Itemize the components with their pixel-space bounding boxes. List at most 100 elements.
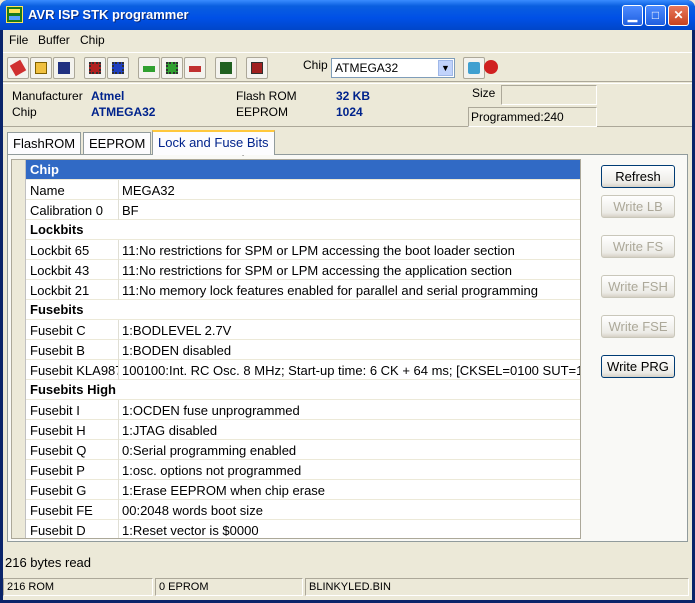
grid-value[interactable]: 00:2048 words boot size <box>122 503 263 518</box>
grid-row[interactable]: Calibration 0 BF <box>12 200 580 220</box>
grid-value[interactable]: 11:No memory lock features enabled for p… <box>122 283 538 298</box>
row-gutter <box>12 460 26 480</box>
client-area: File Buffer Chip Chip ATMEGA32 ▼ Manufac… <box>3 30 692 600</box>
lock-icon <box>251 62 263 74</box>
grid-row[interactable]: Fusebit FE 00:2048 words boot size <box>12 500 580 520</box>
eeprom-value: 1024 <box>336 105 363 119</box>
grid-value[interactable]: 11:No restrictions for SPM or LPM access… <box>122 263 512 278</box>
write-lb-button[interactable]: Write LB <box>601 195 675 218</box>
manufacturer-value: Atmel <box>91 89 125 103</box>
grid-row[interactable]: Lockbit 43 11:No restrictions for SPM or … <box>12 260 580 280</box>
row-gutter <box>12 360 26 380</box>
grid-row[interactable]: Fusebit Q 0:Serial programming enabled <box>12 440 580 460</box>
grid-row[interactable]: Lockbit 21 11:No memory lock features ena… <box>12 280 580 300</box>
grid-section-row[interactable]: Fusebits <box>12 300 580 320</box>
grid-value[interactable]: 1:BODEN disabled <box>122 343 231 358</box>
write-eeprom-button[interactable] <box>161 57 183 79</box>
write-fse-button[interactable]: Write FSE <box>601 315 675 338</box>
toolbar: Chip ATMEGA32 ▼ <box>3 52 692 82</box>
grid-row[interactable]: Name MEGA32 <box>12 180 580 200</box>
row-gutter <box>12 260 26 280</box>
read-eeprom-button[interactable] <box>138 57 160 79</box>
tab-flashrom[interactable]: FlashROM <box>7 132 82 154</box>
grid-value[interactable]: 1:JTAG disabled <box>122 423 217 438</box>
grid-row[interactable]: Fusebit C 1:BODLEVEL 2.7V <box>12 320 580 340</box>
chip-select-value: ATMEGA32 <box>335 61 399 75</box>
save-button[interactable] <box>53 57 75 79</box>
column-divider <box>118 340 119 360</box>
grid-key: Lockbit 21 <box>30 283 90 298</box>
write-prg-button[interactable]: Write PRG <box>601 355 675 378</box>
write-fs-button[interactable]: Write FS <box>601 235 675 258</box>
grid-key: Fusebit B <box>30 343 85 358</box>
chip-label: Chip <box>303 58 328 72</box>
column-divider <box>118 420 119 440</box>
grid-value[interactable]: 11:No restrictions for SPM or LPM access… <box>122 243 515 258</box>
chip-select[interactable]: ATMEGA32 ▼ <box>331 58 455 78</box>
grid-row[interactable]: Fusebit B 1:BODEN disabled <box>12 340 580 360</box>
open-button[interactable] <box>30 57 52 79</box>
column-divider <box>118 500 119 520</box>
tab-eeprom[interactable]: EEPROM <box>83 132 152 154</box>
grid-row[interactable]: Fusebit D 1:Reset vector is $0000 <box>12 520 580 538</box>
write-flash-button[interactable] <box>107 57 129 79</box>
grid-section-title: Lockbits <box>30 222 84 237</box>
verify-button[interactable] <box>184 57 206 79</box>
lock-button[interactable] <box>246 57 268 79</box>
row-gutter <box>12 440 26 460</box>
column-divider <box>118 360 119 380</box>
menu-chip[interactable]: Chip <box>80 33 105 47</box>
grid-row[interactable]: Fusebit G 1:Erase EEPROM when chip erase <box>12 480 580 500</box>
column-divider <box>118 260 119 280</box>
erase-button[interactable] <box>7 57 29 79</box>
grid-value[interactable]: 1:BODLEVEL 2.7V <box>122 323 231 338</box>
menu-file[interactable]: File <box>9 33 28 47</box>
refresh-button[interactable]: Refresh <box>601 165 675 188</box>
menu-buffer[interactable]: Buffer <box>38 33 70 47</box>
maximize-button[interactable]: □ <box>645 5 666 26</box>
grid-value[interactable]: 1:OCDEN fuse unprogrammed <box>122 403 300 418</box>
grid-value[interactable]: 1:osc. options not programmed <box>122 463 301 478</box>
title-bar[interactable]: AVR ISP STK programmer ▁ □ ✕ <box>0 0 695 30</box>
close-button[interactable]: ✕ <box>668 5 689 26</box>
grid-row[interactable]: Fusebit P 1:osc. options not programmed <box>12 460 580 480</box>
grid-value[interactable]: 1:Erase EEPROM when chip erase <box>122 483 325 498</box>
grid-row[interactable]: Lockbit 65 11:No restrictions for SPM or … <box>12 240 580 260</box>
grid-row[interactable]: Fusebit I 1:OCDEN fuse unprogrammed <box>12 400 580 420</box>
grid-section-row[interactable]: Lockbits <box>12 220 580 240</box>
tab-lock-and-fuse-bits[interactable]: Lock and Fuse Bits <box>152 130 275 155</box>
stop-button[interactable] <box>481 57 503 79</box>
grid-value[interactable]: BF <box>122 203 139 218</box>
minimize-button[interactable]: ▁ <box>622 5 643 26</box>
grid-row[interactable]: Fusebit H 1:JTAG disabled <box>12 420 580 440</box>
grid-value[interactable]: 0:Serial programming enabled <box>122 443 296 458</box>
app-icon <box>6 6 23 23</box>
save-icon <box>58 62 70 74</box>
chip-info-panel: Manufacturer Atmel Chip ATMEGA32 Flash R… <box>3 83 692 127</box>
row-gutter <box>12 180 26 200</box>
grid-value[interactable]: 1:Reset vector is $0000 <box>122 523 259 538</box>
chevron-down-icon[interactable]: ▼ <box>438 60 453 76</box>
detect-icon <box>468 62 480 74</box>
grid-key: Fusebit D <box>30 523 86 538</box>
column-divider <box>118 440 119 460</box>
window-title: AVR ISP STK programmer <box>28 7 189 22</box>
write-fsh-button[interactable]: Write FSH <box>601 275 675 298</box>
grid-header-row[interactable]: Chip <box>12 160 580 180</box>
status-rom: 216 ROM <box>3 578 153 596</box>
chip-info-value: ATMEGA32 <box>91 105 156 119</box>
fuse-bits-panel: Chip Name MEGA32 Calibration 0 BF Lockbits Loc… <box>7 154 688 542</box>
grid-section-row[interactable]: Fusebits High <box>12 380 580 400</box>
grid-key: Name <box>30 183 65 198</box>
grid-value[interactable]: MEGA32 <box>122 183 175 198</box>
grid-key: Lockbit 65 <box>30 243 90 258</box>
read-flash-button[interactable] <box>84 57 106 79</box>
status-message: 216 bytes read <box>5 555 92 570</box>
run-button[interactable] <box>215 57 237 79</box>
row-gutter <box>12 340 26 360</box>
grid-key: Lockbit 43 <box>30 263 90 278</box>
row-gutter <box>12 200 26 220</box>
grid-row[interactable]: Fusebit KLA987 100100:Int. RC Osc. 8 MHz;… <box>12 360 580 380</box>
grid-key: Fusebit FE <box>30 503 93 518</box>
grid-value[interactable]: 100100:Int. RC Osc. 8 MHz; Start-up time… <box>122 363 580 378</box>
